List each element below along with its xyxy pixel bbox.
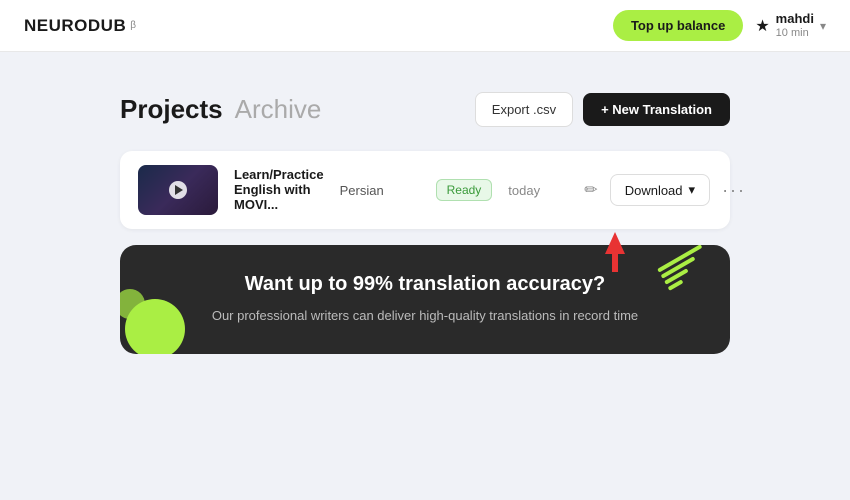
top-up-button[interactable]: Top up balance [613,10,743,41]
logo-beta: β [130,20,136,31]
new-translation-button[interactable]: + New Translation [583,93,730,126]
main-content: Projects Archive Export .csv + New Trans… [0,52,850,394]
project-name: Learn/Practice English with MOVI... [234,167,324,212]
page-title: Projects [120,94,223,125]
thumb-bg [138,165,218,215]
project-info: Learn/Practice English with MOVI... [234,167,324,214]
chevron-down-icon: ▾ [689,182,696,198]
chevron-down-icon: ▾ [820,19,826,33]
project-language: Persian [340,183,420,198]
download-label: Download [625,183,683,198]
project-card: Learn/Practice English with MOVI... Pers… [120,151,730,229]
arrow-indicator [605,232,625,272]
export-button[interactable]: Export .csv [475,92,573,127]
header: NEURODUB β Top up balance ★ mahdi 10 min … [0,0,850,52]
logo: NEURODUB β [24,16,137,36]
header-right: Top up balance ★ mahdi 10 min ▾ [613,10,826,41]
archive-label: Archive [235,94,322,125]
project-actions: ✏ Download ▾ ··· [584,174,746,206]
more-options-button[interactable]: ··· [722,180,746,201]
user-details: mahdi 10 min [776,11,814,40]
header-actions: Export .csv + New Translation [475,92,730,127]
download-button[interactable]: Download ▾ [610,174,710,206]
deco-circle [125,299,185,354]
edit-icon[interactable]: ✏ [584,180,597,200]
arrow-shaft [612,254,618,272]
play-icon [169,181,187,199]
star-icon: ★ [755,16,769,36]
arrow-up [605,232,625,254]
play-triangle [175,185,183,195]
deco-left [120,284,190,354]
user-menu[interactable]: ★ mahdi 10 min ▾ [755,11,826,40]
promo-title: Want up to 99% translation accuracy? [160,273,690,296]
status-badge: Ready [436,179,493,201]
page-title-group: Projects Archive [120,94,321,125]
page-title-row: Projects Archive Export .csv + New Trans… [120,92,730,127]
deco-right [660,255,710,280]
logo-text: NEURODUB [24,16,126,36]
project-date: today [508,183,568,198]
user-credits: 10 min [776,27,814,40]
promo-subtitle: Our professional writers can deliver hig… [160,306,690,326]
promo-banner: Want up to 99% translation accuracy? Our… [120,245,730,354]
project-thumbnail [138,165,218,215]
user-name: mahdi [776,11,814,27]
